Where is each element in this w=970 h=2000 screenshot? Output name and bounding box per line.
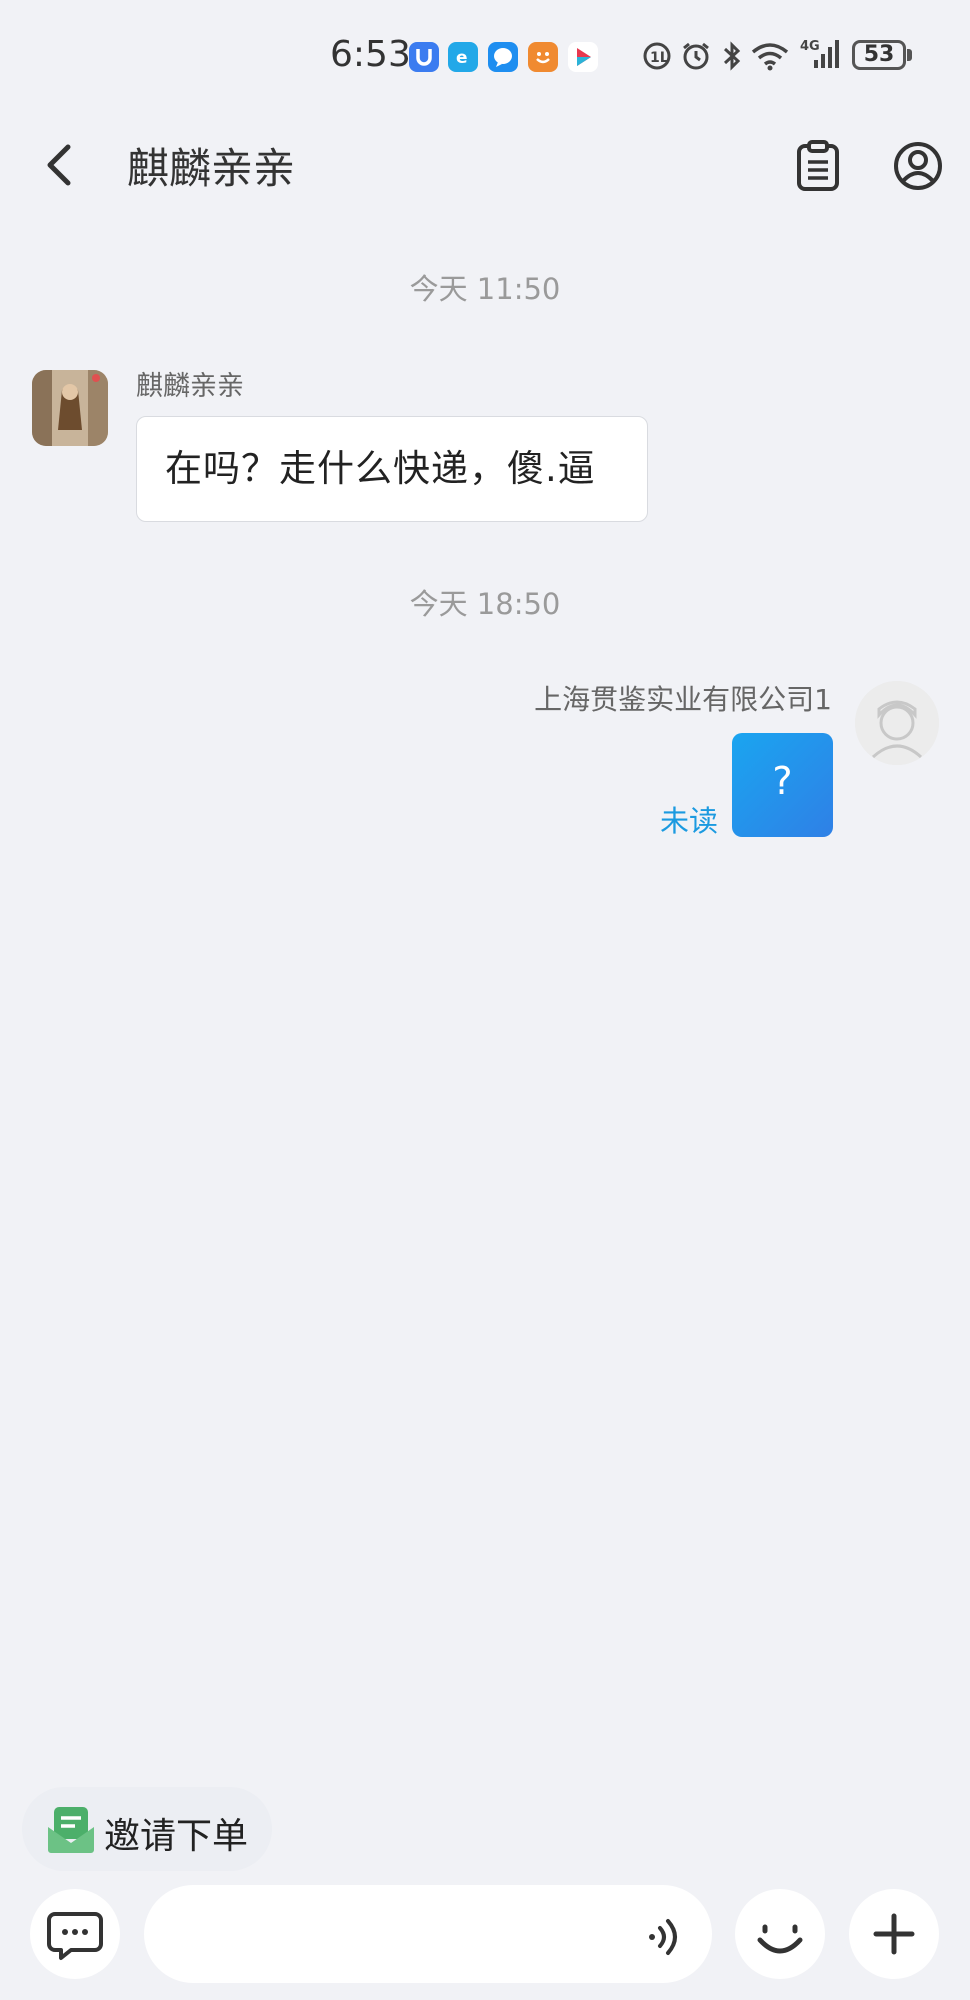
status-time: 6:53 xyxy=(330,34,411,75)
app-u-icon xyxy=(409,42,439,72)
chevron-left-icon xyxy=(47,144,71,186)
app-play-icon xyxy=(568,42,598,72)
data-saver-icon: 1L xyxy=(641,40,673,76)
user-circle-icon xyxy=(894,142,942,190)
smile-icon xyxy=(757,1924,803,1954)
profile-button[interactable] xyxy=(892,140,944,196)
app-chat-icon xyxy=(488,42,518,72)
order-list-button[interactable] xyxy=(795,140,841,196)
voice-icon xyxy=(649,1919,677,1955)
battery-indicator: 53 xyxy=(852,40,906,70)
invite-order-label: 邀请下单 xyxy=(104,1816,249,1857)
sender-name: 上海贯鉴实业有限公司1 xyxy=(534,683,832,716)
back-button[interactable] xyxy=(40,140,80,194)
message-bubble-incoming[interactable]: 在吗？走什么快递，傻.逼 xyxy=(136,416,648,522)
chat-bubble-icon xyxy=(47,1912,103,1960)
voice-button[interactable] xyxy=(640,1912,690,1966)
avatar[interactable] xyxy=(855,681,939,765)
svg-text:e: e xyxy=(456,48,468,68)
signal-icon: 4G xyxy=(800,36,844,76)
svg-text:1L: 1L xyxy=(650,50,669,66)
time-separator: 今天 11:50 xyxy=(409,272,561,306)
alarm-icon xyxy=(680,40,712,76)
invite-envelope-icon xyxy=(46,1805,96,1859)
time-separator: 今天 18:50 xyxy=(409,587,561,621)
clipboard-icon xyxy=(797,140,839,191)
chat-title: 麒麟亲亲 xyxy=(127,144,296,193)
avatar[interactable] xyxy=(32,370,108,446)
message-bubble-outgoing[interactable]: ? xyxy=(732,733,833,837)
plus-icon xyxy=(873,1913,915,1955)
message-input[interactable] xyxy=(144,1885,712,1983)
bluetooth-icon xyxy=(720,40,744,76)
sender-name: 麒麟亲亲 xyxy=(136,371,244,402)
app-smile-icon xyxy=(528,42,558,72)
wifi-icon xyxy=(750,40,790,76)
battery-tip xyxy=(907,49,912,61)
chat-mode-button[interactable] xyxy=(30,1889,120,1979)
read-status: 未读 xyxy=(660,804,719,838)
more-button[interactable] xyxy=(849,1889,939,1979)
network-label: 4G xyxy=(800,39,820,54)
emoji-button[interactable] xyxy=(735,1889,825,1979)
app-e-icon: e xyxy=(448,42,478,72)
